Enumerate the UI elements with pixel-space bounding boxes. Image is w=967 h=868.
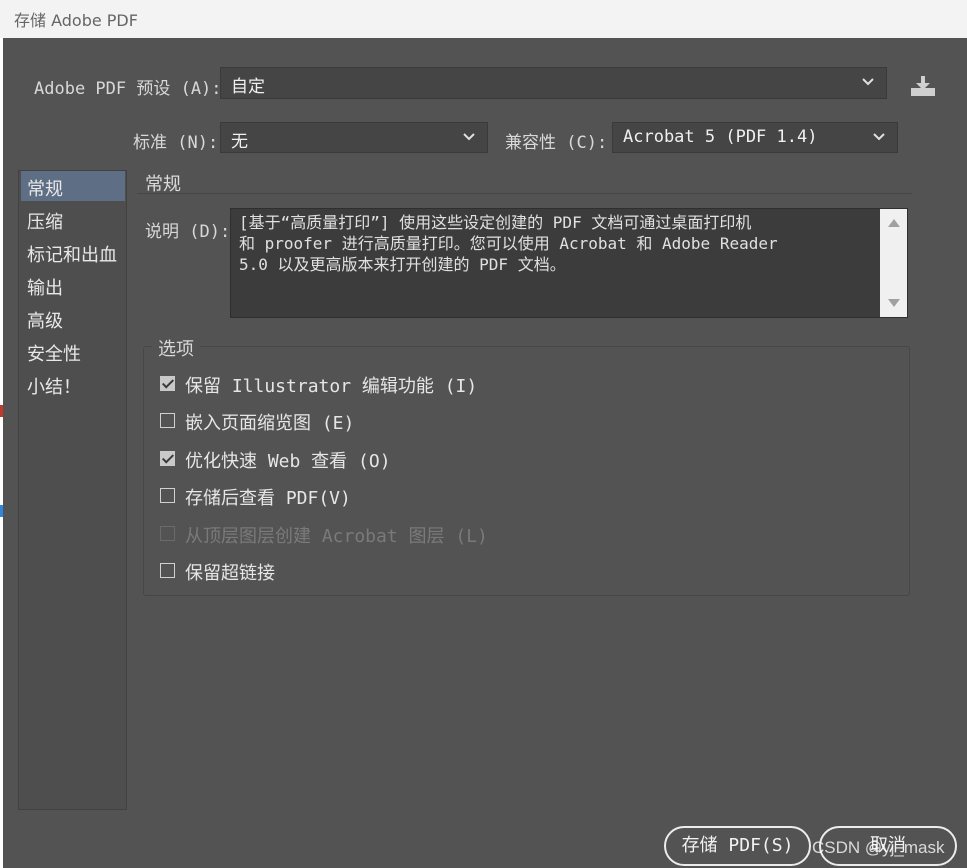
sidebar-item-marks-bleeds[interactable]: 标记和出血 [21, 237, 125, 267]
chevron-down-icon [873, 133, 885, 141]
checkbox[interactable] [160, 413, 175, 428]
preset-value: 自定 [231, 77, 265, 97]
checkbox [160, 526, 175, 541]
sidebar-item-compression[interactable]: 压缩 [21, 204, 125, 234]
checkbox[interactable] [160, 451, 175, 466]
options-group-title: 选项 [152, 335, 200, 361]
compatibility-value: Acrobat 5 (PDF 1.4) [623, 127, 818, 147]
scroll-down-icon[interactable] [888, 299, 900, 307]
option-label: 保留超链接 [185, 563, 275, 584]
sidebar-item-output[interactable]: 输出 [21, 270, 125, 300]
category-sidebar: 常规 压缩 标记和出血 输出 高级 安全性 小结！ [18, 170, 127, 810]
option-label: 嵌入页面缩览图 (E) [185, 413, 355, 434]
compatibility-select[interactable]: Acrobat 5 (PDF 1.4) [612, 122, 898, 153]
preset-select[interactable]: 自定 [220, 67, 887, 99]
standard-select[interactable]: 无 [220, 122, 488, 153]
description-scrollbar[interactable] [880, 209, 907, 317]
checkbox[interactable] [160, 488, 175, 503]
save-pdf-button[interactable]: 存储 PDF(S) [664, 826, 811, 866]
option-label: 从顶层图层创建 Acrobat 图层 (L) [185, 526, 488, 547]
compatibility-label: 兼容性 (C): [505, 133, 608, 153]
standard-value: 无 [231, 132, 248, 152]
standard-label: 标准 (N): [133, 133, 219, 153]
description-line: 5.0 以及更高版本来打开创建的 PDF 文档。 [239, 255, 566, 274]
sidebar-item-advanced[interactable]: 高级 [21, 303, 125, 333]
description-text: [基于“高质量打印”] 使用这些设定创建的 PDF 文档可通过桌面打印机 和 p… [239, 212, 879, 275]
sidebar-item-summary[interactable]: 小结！ [21, 369, 125, 399]
option-label: 存储后查看 PDF(V) [185, 488, 351, 509]
preset-label: Adobe PDF 预设 (A): [34, 79, 222, 99]
title-bar: 存储 Adobe PDF [0, 0, 967, 38]
description-label: 说明 (D): [145, 222, 231, 242]
watermark: CSDN @yj_mask [812, 838, 945, 857]
checkbox[interactable] [160, 376, 175, 391]
save-preset-icon[interactable] [909, 74, 937, 98]
chevron-down-icon [862, 78, 874, 86]
scroll-up-icon[interactable] [888, 219, 900, 227]
section-divider [137, 193, 912, 194]
description-textarea[interactable]: [基于“高质量打印”] 使用这些设定创建的 PDF 文档可通过桌面打印机 和 p… [230, 208, 908, 318]
option-label: 保留 Illustrator 编辑功能 (I) [185, 376, 478, 397]
sidebar-item-general[interactable]: 常规 [21, 171, 125, 201]
option-label: 优化快速 Web 查看 (O) [185, 451, 391, 472]
chevron-down-icon [463, 133, 475, 141]
checkbox[interactable] [160, 563, 175, 578]
description-line: [基于“高质量打印”] 使用这些设定创建的 PDF 文档可通过桌面打印机 [239, 213, 752, 232]
sidebar-item-security[interactable]: 安全性 [21, 336, 125, 366]
description-line: 和 proofer 进行高质量打印。您可以使用 Acrobat 和 Adobe … [239, 234, 778, 253]
window-title: 存储 Adobe PDF [14, 11, 138, 30]
